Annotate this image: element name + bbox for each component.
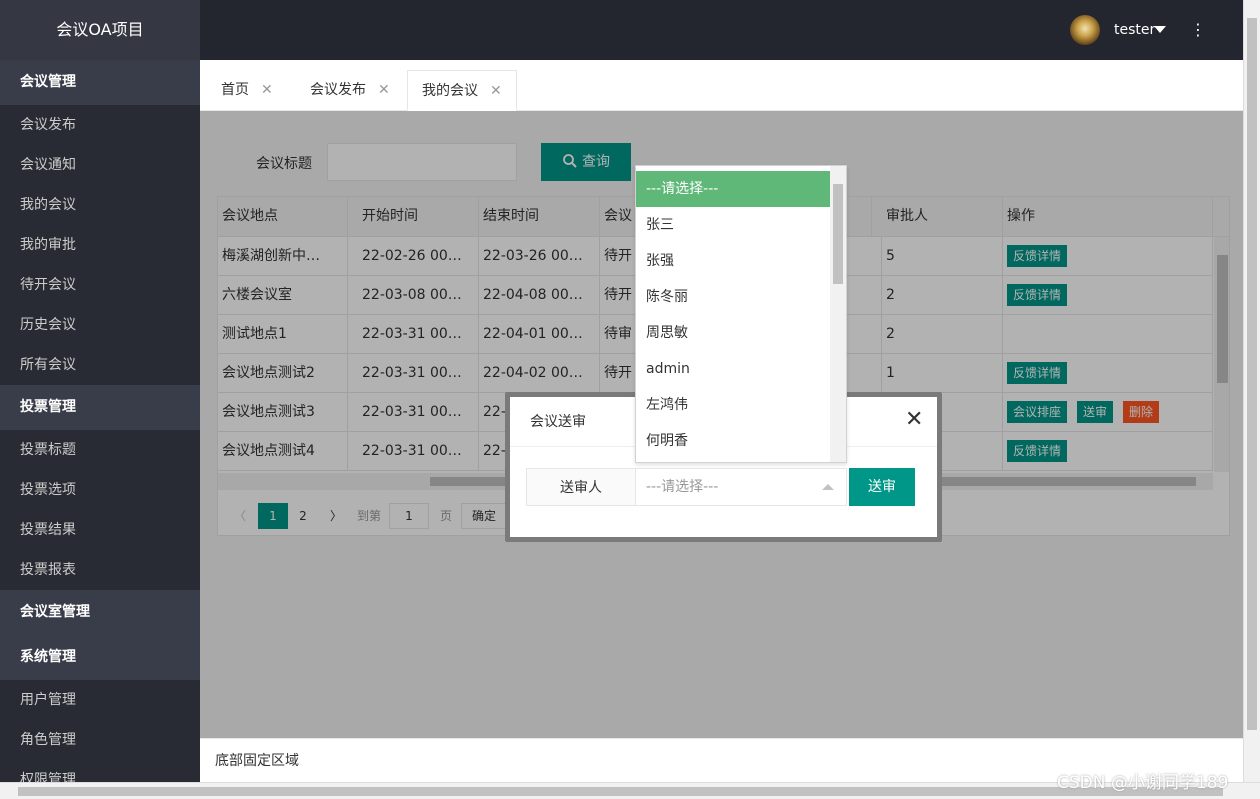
avatar[interactable] xyxy=(1070,15,1100,45)
nav-item-all-meeting[interactable]: 所有会议 xyxy=(0,345,200,385)
nav-item-upcoming-meeting[interactable]: 待开会议 xyxy=(0,265,200,305)
nav-group-vote[interactable]: 投票管理 xyxy=(0,385,200,430)
app-logo-title: 会议OA项目 xyxy=(0,0,200,60)
dropdown-option[interactable]: 左鸿伟 xyxy=(636,387,830,423)
tab-label: 我的会议 xyxy=(422,83,478,99)
reviewer-select-value: ---请选择--- xyxy=(646,479,719,495)
username[interactable]: tester xyxy=(1114,0,1155,60)
nav-item-meeting-notice[interactable]: 会议通知 xyxy=(0,145,200,185)
chevron-up-icon xyxy=(822,484,834,490)
nav-item-vote-report[interactable]: 投票报表 xyxy=(0,550,200,590)
reviewer-dropdown: ---请选择--- 张三 张强 陈冬丽 周思敏 admin 左鸿伟 何明香 xyxy=(635,165,847,463)
dropdown-option[interactable]: 何明香 xyxy=(636,423,830,459)
tab-bar: 首页 ✕ 会议发布 ✕ 我的会议 ✕ xyxy=(200,60,1243,111)
close-icon[interactable]: ✕ xyxy=(378,82,390,98)
top-header: tester ⋮ xyxy=(200,0,1243,60)
scrollbar-thumb[interactable] xyxy=(18,787,1223,796)
dropdown-option[interactable]: admin xyxy=(636,351,830,387)
tab-home[interactable]: 首页 ✕ xyxy=(207,70,287,111)
reviewer-label: 送审人 xyxy=(526,468,636,506)
nav-item-user[interactable]: 用户管理 xyxy=(0,680,200,720)
nav-item-vote-result[interactable]: 投票结果 xyxy=(0,510,200,550)
watermark: CSDN @小谢同学189 xyxy=(1057,773,1229,793)
send-review-button[interactable]: 送审 xyxy=(849,468,915,506)
tab-meeting-publish[interactable]: 会议发布 ✕ xyxy=(296,70,404,111)
close-icon[interactable]: ✕ xyxy=(905,407,923,432)
nav-item-role[interactable]: 角色管理 xyxy=(0,720,200,760)
more-vertical-icon[interactable]: ⋮ xyxy=(1190,0,1206,60)
dropdown-option-selected[interactable]: ---请选择--- xyxy=(636,171,830,207)
nav-group-system[interactable]: 系统管理 xyxy=(0,635,200,680)
chevron-down-icon[interactable] xyxy=(1154,26,1166,33)
nav-group-room[interactable]: 会议室管理 xyxy=(0,590,200,635)
scrollbar-thumb[interactable] xyxy=(1247,18,1257,730)
close-icon[interactable]: ✕ xyxy=(261,82,273,98)
page-vertical-scrollbar[interactable] xyxy=(1243,0,1260,782)
nav-item-permission[interactable]: 权限管理 xyxy=(0,760,200,782)
nav-item-history-meeting[interactable]: 历史会议 xyxy=(0,305,200,345)
tab-label: 会议发布 xyxy=(310,82,366,98)
close-icon[interactable]: ✕ xyxy=(490,83,502,99)
scrollbar-thumb[interactable] xyxy=(833,184,843,284)
dropdown-scrollbar[interactable] xyxy=(830,166,846,462)
dropdown-option[interactable]: 张强 xyxy=(636,243,830,279)
nav-group-meeting[interactable]: 会议管理 xyxy=(0,60,200,105)
sidebar: 会议OA项目 会议管理 会议发布 会议通知 我的会议 我的审批 待开会议 历史会… xyxy=(0,0,200,782)
dropdown-option[interactable]: 陈冬丽 xyxy=(636,279,830,315)
nav-item-meeting-publish[interactable]: 会议发布 xyxy=(0,105,200,145)
tab-label: 首页 xyxy=(221,82,249,98)
nav-item-vote-title[interactable]: 投票标题 xyxy=(0,430,200,470)
nav-item-my-meeting[interactable]: 我的会议 xyxy=(0,185,200,225)
nav-item-vote-option[interactable]: 投票选项 xyxy=(0,470,200,510)
dropdown-option[interactable]: 周思敏 xyxy=(636,315,830,351)
nav-item-my-approval[interactable]: 我的审批 xyxy=(0,225,200,265)
reviewer-select[interactable]: ---请选择--- xyxy=(635,468,847,506)
dropdown-option[interactable]: 张三 xyxy=(636,207,830,243)
tab-my-meeting[interactable]: 我的会议 ✕ xyxy=(407,70,517,111)
